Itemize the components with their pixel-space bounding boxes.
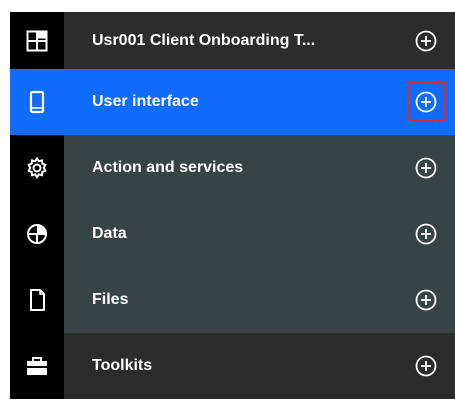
nav-row-user-interface: User interface bbox=[10, 69, 455, 135]
nav-item-project[interactable]: Usr001 Client Onboarding T... bbox=[64, 12, 455, 69]
nav-row-toolkits: Toolkits bbox=[10, 333, 455, 399]
nav-row-files: Files bbox=[10, 267, 455, 333]
rail-item-files[interactable] bbox=[10, 267, 64, 333]
add-button-toolkits[interactable] bbox=[411, 351, 441, 381]
toolbox-icon bbox=[25, 355, 49, 377]
nav-row-action-and-services: Action and services bbox=[10, 135, 455, 201]
add-button-data[interactable] bbox=[411, 219, 441, 249]
nav-item-files[interactable]: Files bbox=[64, 267, 455, 333]
side-navigation: Usr001 Client Onboarding T... User inter… bbox=[10, 12, 455, 412]
nav-item-label: Files bbox=[92, 291, 129, 308]
add-button-project[interactable] bbox=[411, 26, 441, 56]
rail-item-data[interactable] bbox=[10, 201, 64, 267]
nav-row-data: Data bbox=[10, 201, 455, 267]
nav-item-action-and-services[interactable]: Action and services bbox=[64, 135, 455, 201]
rail-item-toolkits[interactable] bbox=[10, 333, 64, 399]
pie-chart-icon bbox=[25, 222, 49, 246]
rail-item-user-interface[interactable] bbox=[10, 69, 64, 135]
nav-item-label: Data bbox=[92, 225, 127, 242]
add-circle-icon bbox=[415, 91, 437, 113]
add-button-user-interface[interactable] bbox=[407, 82, 445, 122]
add-circle-icon bbox=[415, 289, 437, 311]
add-circle-icon bbox=[415, 355, 437, 377]
rail-item-dashboard[interactable] bbox=[10, 12, 64, 69]
nav-row-project: Usr001 Client Onboarding T... bbox=[10, 12, 455, 69]
nav-item-label: User interface bbox=[92, 93, 199, 110]
nav-item-label: Action and services bbox=[92, 159, 244, 176]
nav-item-label: Toolkits bbox=[92, 357, 153, 374]
mobile-device-icon bbox=[26, 90, 48, 114]
gear-icon bbox=[25, 156, 49, 180]
add-button-files[interactable] bbox=[411, 285, 441, 315]
add-circle-icon bbox=[415, 223, 437, 245]
add-circle-icon bbox=[415, 157, 437, 179]
nav-item-user-interface[interactable]: User interface bbox=[64, 69, 455, 135]
add-circle-icon bbox=[415, 30, 437, 52]
document-icon bbox=[26, 288, 48, 312]
nav-item-toolkits[interactable]: Toolkits bbox=[64, 333, 455, 399]
add-button-action-and-services[interactable] bbox=[411, 153, 441, 183]
rail-item-action-and-services[interactable] bbox=[10, 135, 64, 201]
project-title: Usr001 Client Onboarding T... bbox=[92, 31, 316, 49]
dashboard-icon bbox=[26, 30, 48, 52]
nav-item-data[interactable]: Data bbox=[64, 201, 455, 267]
